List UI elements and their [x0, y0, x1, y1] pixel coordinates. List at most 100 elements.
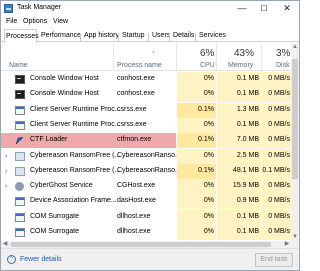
memory-cell: 0.1 MB: [217, 87, 261, 103]
process-row[interactable]: Console Window Host conhost.exe 0% 0.1 MB 0 …: [1, 72, 291, 87]
expand-chevron-icon[interactable]: ›: [5, 183, 10, 190]
end-task-button[interactable]: End task: [255, 253, 293, 267]
vertical-scroll-thumb[interactable]: [292, 59, 298, 179]
column-divider[interactable]: [216, 43, 217, 71]
process-row[interactable]: COM Surrogate dllhost.exe 0% 0.1 MB 0 MB/s: [1, 225, 291, 240]
cpu-cell: 0%: [177, 87, 216, 103]
memory-value: 0.1 MB: [236, 212, 259, 220]
scroll-left-arrow-icon[interactable]: ◀: [1, 241, 9, 248]
process-image-cell[interactable]: dllhost.exe: [114, 210, 176, 225]
maximize-button[interactable]: ☐: [253, 1, 275, 17]
process-row[interactable]: › Cybereason RansomFree (... CybereasonRan…: [1, 148, 291, 164]
process-row[interactable]: CTF Loader ctfmon.exe 0.1% 7.0 MB 0 MB/s: [1, 133, 291, 149]
process-image-cell[interactable]: CGHost.exe: [114, 179, 176, 194]
memory-cell: 2.5 MB: [217, 148, 261, 164]
process-name-cell[interactable]: Client Server Runtime Proc...: [1, 103, 121, 118]
process-name-cell[interactable]: Client Server Runtime Proc...: [1, 118, 121, 133]
process-row[interactable]: Client Server Runtime Proc... csrss.exe 0%…: [1, 117, 291, 133]
column-process-name[interactable]: Process name: [117, 62, 162, 69]
disk-value: 0 MB/s: [268, 120, 290, 128]
cpu-cell: 0.1%: [177, 133, 216, 149]
process-name-cell[interactable]: › CyberGhost Service: [1, 179, 114, 194]
process-image-cell[interactable]: csrss.exe: [114, 103, 176, 118]
disk-cell: 0 MB/s: [262, 209, 291, 225]
tab-performance[interactable]: Performance: [40, 31, 82, 42]
column-divider[interactable]: [176, 43, 177, 71]
process-name-cell[interactable]: Console Window Host: [1, 87, 114, 102]
disk-value: 0 MB/s: [268, 75, 290, 82]
process-image-cell[interactable]: conhost.exe: [114, 87, 176, 102]
memory-value: 0.9 MB: [236, 197, 259, 205]
menu-view[interactable]: View: [53, 18, 68, 25]
process-name-cell[interactable]: Console Window Host: [1, 72, 114, 87]
expand-chevron-icon[interactable]: ›: [5, 168, 10, 175]
process-image-cell[interactable]: dasHost.exe: [114, 194, 176, 209]
memory-cell: 7.0 MB: [217, 133, 261, 149]
process-image-cell[interactable]: dllhost.exe: [114, 225, 176, 240]
process-row[interactable]: › Cybereason RansomFree (... CybereasonRan…: [1, 163, 291, 179]
process-name-cell[interactable]: › Cybereason RansomFree (...: [1, 149, 120, 164]
process-name-cell[interactable]: COM Surrogate: [1, 210, 114, 225]
column-cpu[interactable]: CPU: [200, 62, 215, 69]
cpu-value: 0.1%: [198, 105, 214, 113]
disk-cell: 0 MB/s: [262, 179, 291, 195]
process-row[interactable]: Client Server Runtime Proc... csrss.exe 0.…: [1, 102, 291, 118]
process-image-cell[interactable]: ctfmon.exe: [114, 133, 176, 149]
tab-separator: [118, 33, 119, 41]
horizontal-scrollbar[interactable]: ◀ ▶: [1, 241, 291, 248]
scroll-right-arrow-icon[interactable]: ▶: [283, 241, 291, 248]
column-divider[interactable]: [113, 43, 114, 71]
scroll-down-arrow-icon[interactable]: ▼: [291, 233, 299, 241]
column-memory[interactable]: Memory: [228, 62, 253, 69]
process-name-cell[interactable]: CTF Loader: [1, 133, 114, 149]
process-image-cell[interactable]: CybereasonRanso...: [114, 164, 181, 179]
process-image-name: csrss.exe: [117, 105, 147, 113]
process-image-name: conhost.exe: [117, 75, 155, 82]
vertical-scrollbar[interactable]: ▲ ▼: [291, 43, 299, 248]
close-button[interactable]: ✕: [276, 1, 298, 17]
process-row[interactable]: Console Window Host conhost.exe 0% 0.1 MB 0 …: [1, 87, 291, 103]
process-image-cell[interactable]: CybereasonRanso...: [114, 149, 181, 164]
process-display-name: Console Window Host: [30, 75, 99, 82]
memory-value: 15.9 MB: [232, 182, 259, 190]
process-image-cell[interactable]: conhost.exe: [114, 72, 176, 87]
process-image-name: dllhost.exe: [117, 228, 151, 235]
process-image-cell[interactable]: csrss.exe: [114, 118, 176, 133]
tab-startup[interactable]: Startup: [121, 31, 146, 42]
memory-value: 2.5 MB: [236, 151, 259, 159]
column-name[interactable]: Name: [9, 62, 28, 69]
process-row[interactable]: COM Surrogate dllhost.exe 0% 0.1 MB 0 MB/s: [1, 209, 291, 225]
disk-cell: 0 MB/s: [262, 117, 291, 133]
title-bar: Task Manager — ☐ ✕: [1, 1, 299, 17]
cybereason-icon: [15, 166, 25, 176]
column-disk[interactable]: Disk: [276, 62, 290, 69]
console-icon: [15, 90, 25, 100]
process-name-cell[interactable]: Device Association Frame...: [1, 194, 117, 209]
disk-cell: 0 MB/s: [262, 194, 291, 210]
disk-value: 0 MB/s: [268, 136, 290, 144]
column-divider[interactable]: [261, 43, 262, 71]
process-display-name: CTF Loader: [30, 136, 68, 144]
process-row[interactable]: Device Association Frame... dasHost.exe 0%…: [1, 194, 291, 210]
fewer-details-link[interactable]: Fewer details: [20, 256, 62, 263]
process-row[interactable]: › CyberGhost Service CGHost.exe 0% 15.9 MB 0 …: [1, 179, 291, 195]
process-name-cell[interactable]: › Cybereason RansomFree (...: [1, 164, 120, 179]
tab-processes[interactable]: Processes: [4, 29, 39, 43]
scroll-up-arrow-icon[interactable]: ▲: [291, 43, 299, 51]
menu-file[interactable]: File: [6, 18, 17, 25]
process-image-name: conhost.exe: [117, 90, 155, 98]
tab-details[interactable]: Details: [172, 31, 195, 42]
menu-bar: File Options View: [1, 17, 299, 29]
minimize-button[interactable]: —: [231, 1, 253, 17]
process-name-cell[interactable]: COM Surrogate: [1, 225, 114, 240]
chevron-up-circle-icon[interactable]: ^: [7, 255, 16, 264]
horizontal-scroll-thumb[interactable]: [11, 242, 271, 247]
expand-chevron-icon[interactable]: ›: [5, 153, 10, 160]
ctf-loader-icon: [15, 136, 25, 145]
cpu-value: 0%: [203, 90, 214, 98]
tab-separator: [148, 33, 149, 41]
menu-options[interactable]: Options: [23, 18, 47, 25]
tab-services[interactable]: Services: [198, 31, 227, 42]
tab-app-history[interactable]: App history: [83, 31, 120, 42]
memory-cell: 0.9 MB: [217, 194, 261, 210]
